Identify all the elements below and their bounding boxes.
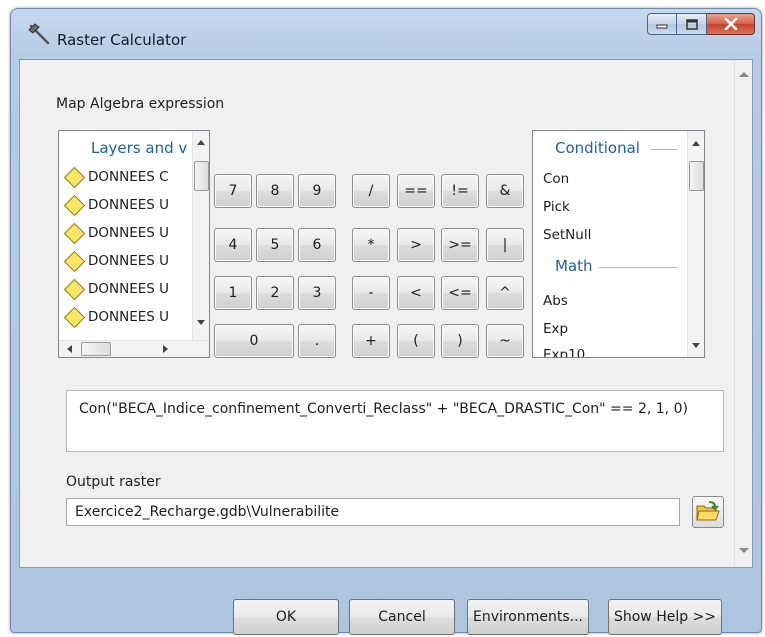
key-8[interactable]: 8 xyxy=(256,174,294,208)
layers-listbox[interactable]: Layers and v DONNEES C DONNEES U DONNEES… xyxy=(58,130,210,358)
title-bar[interactable]: Raster Calculator xyxy=(11,9,761,53)
key-less[interactable]: < xyxy=(397,276,435,310)
key-greater[interactable]: > xyxy=(397,228,435,262)
key-close-paren[interactable]: ) xyxy=(441,324,479,358)
key-less-equal[interactable]: <= xyxy=(441,276,479,310)
output-raster-input[interactable]: Exercice2_Recharge.gdb\Vulnerabilite xyxy=(66,498,680,526)
raster-layer-diamond-icon xyxy=(63,222,86,244)
tool-item-pick[interactable]: Pick xyxy=(533,195,570,219)
scroll-left-arrow-icon[interactable] xyxy=(67,345,72,353)
scroll-down-arrow-icon[interactable] xyxy=(739,548,749,553)
expression-textbox[interactable]: Con("BECA_Indice_confinement_Converti_Re… xyxy=(66,390,724,452)
layer-item[interactable]: DONNEES U xyxy=(59,193,169,217)
tools-scroll-thumb[interactable] xyxy=(689,161,704,191)
raster-layer-diamond-icon xyxy=(63,306,86,328)
key-plus[interactable]: + xyxy=(352,324,390,358)
tools-vertical-scrollbar[interactable] xyxy=(687,131,704,357)
key-9[interactable]: 9 xyxy=(298,174,336,208)
key-or[interactable]: | xyxy=(486,228,524,262)
key-5[interactable]: 5 xyxy=(256,228,294,262)
layers-horizontal-scrollbar[interactable] xyxy=(59,340,209,357)
window-title: Raster Calculator xyxy=(57,31,187,49)
tool-item-exp[interactable]: Exp xyxy=(533,317,568,341)
key-divide[interactable]: / xyxy=(352,174,390,208)
scroll-up-arrow-icon[interactable] xyxy=(739,72,749,77)
key-not[interactable]: ~ xyxy=(486,324,524,358)
key-decimal[interactable]: . xyxy=(298,324,336,358)
scroll-up-arrow-icon[interactable] xyxy=(197,140,205,145)
key-2[interactable]: 2 xyxy=(256,276,294,310)
key-1[interactable]: 1 xyxy=(214,276,252,310)
tool-item-con[interactable]: Con xyxy=(533,167,569,191)
tool-item-exp10[interactable]: Exp10 xyxy=(533,343,585,357)
key-greater-equal[interactable]: >= xyxy=(441,228,479,262)
key-6[interactable]: 6 xyxy=(298,228,336,262)
layers-vertical-scrollbar[interactable] xyxy=(192,131,209,340)
cancel-button[interactable]: Cancel xyxy=(349,599,455,635)
key-equal[interactable]: == xyxy=(397,174,435,208)
caption-buttons xyxy=(647,13,755,35)
layer-item[interactable]: DONNEES U xyxy=(59,249,169,273)
raster-layer-diamond-icon xyxy=(63,194,86,216)
close-button[interactable] xyxy=(707,13,755,35)
close-icon xyxy=(724,18,737,30)
minimize-button[interactable] xyxy=(647,13,677,35)
layers-hscroll-thumb[interactable] xyxy=(81,342,111,356)
layers-header: Layers and v xyxy=(91,139,188,157)
ok-button[interactable]: OK xyxy=(233,599,339,635)
tool-item-abs[interactable]: Abs xyxy=(533,289,568,313)
layer-item[interactable]: DONNEES U xyxy=(59,305,169,329)
layer-item[interactable]: DONNEES U xyxy=(59,221,169,245)
dialog-content: Map Algebra expression Layers and v DONN… xyxy=(19,59,753,568)
show-help-button[interactable]: Show Help >> xyxy=(608,599,722,635)
maximize-icon xyxy=(685,18,698,30)
raster-layer-diamond-icon xyxy=(63,166,86,188)
math-header: Math xyxy=(555,257,593,275)
minimize-icon xyxy=(656,24,668,29)
layer-item[interactable]: DONNEES C xyxy=(59,165,169,189)
hammer-icon xyxy=(28,23,50,45)
key-multiply[interactable]: * xyxy=(352,228,390,262)
environments-button[interactable]: Environments... xyxy=(467,599,589,635)
key-open-paren[interactable]: ( xyxy=(397,324,435,358)
layer-item[interactable]: DONNEES U xyxy=(59,277,169,301)
tool-item-setnull[interactable]: SetNull xyxy=(533,223,591,247)
dialog-scrollbar[interactable] xyxy=(734,60,752,567)
open-folder-icon xyxy=(696,501,720,521)
raster-calculator-window: Raster Calculator Map Algebra expression… xyxy=(10,8,762,635)
scroll-down-arrow-icon[interactable] xyxy=(692,343,700,348)
browse-button[interactable] xyxy=(692,496,724,528)
tools-listbox[interactable]: Conditional Con Pick SetNull Math Abs Ex… xyxy=(532,130,705,358)
raster-layer-diamond-icon xyxy=(63,250,86,272)
header-divider xyxy=(651,149,677,150)
key-xor[interactable]: ^ xyxy=(486,276,524,310)
map-algebra-label: Map Algebra expression xyxy=(56,96,225,112)
key-4[interactable]: 4 xyxy=(214,228,252,262)
maximize-button[interactable] xyxy=(677,13,707,35)
key-3[interactable]: 3 xyxy=(298,276,336,310)
header-divider xyxy=(599,267,677,268)
scroll-up-arrow-icon[interactable] xyxy=(692,141,700,146)
scroll-right-arrow-icon[interactable] xyxy=(163,345,168,353)
key-and[interactable]: & xyxy=(486,174,524,208)
key-0[interactable]: 0 xyxy=(214,324,294,358)
key-minus[interactable]: - xyxy=(352,276,390,310)
conditional-header: Conditional xyxy=(555,139,640,157)
layers-scroll-thumb[interactable] xyxy=(194,161,209,191)
raster-layer-diamond-icon xyxy=(63,278,86,300)
key-7[interactable]: 7 xyxy=(214,174,252,208)
output-raster-label: Output raster xyxy=(66,474,161,490)
key-not-equal[interactable]: != xyxy=(441,174,479,208)
scroll-down-arrow-icon[interactable] xyxy=(197,320,205,325)
